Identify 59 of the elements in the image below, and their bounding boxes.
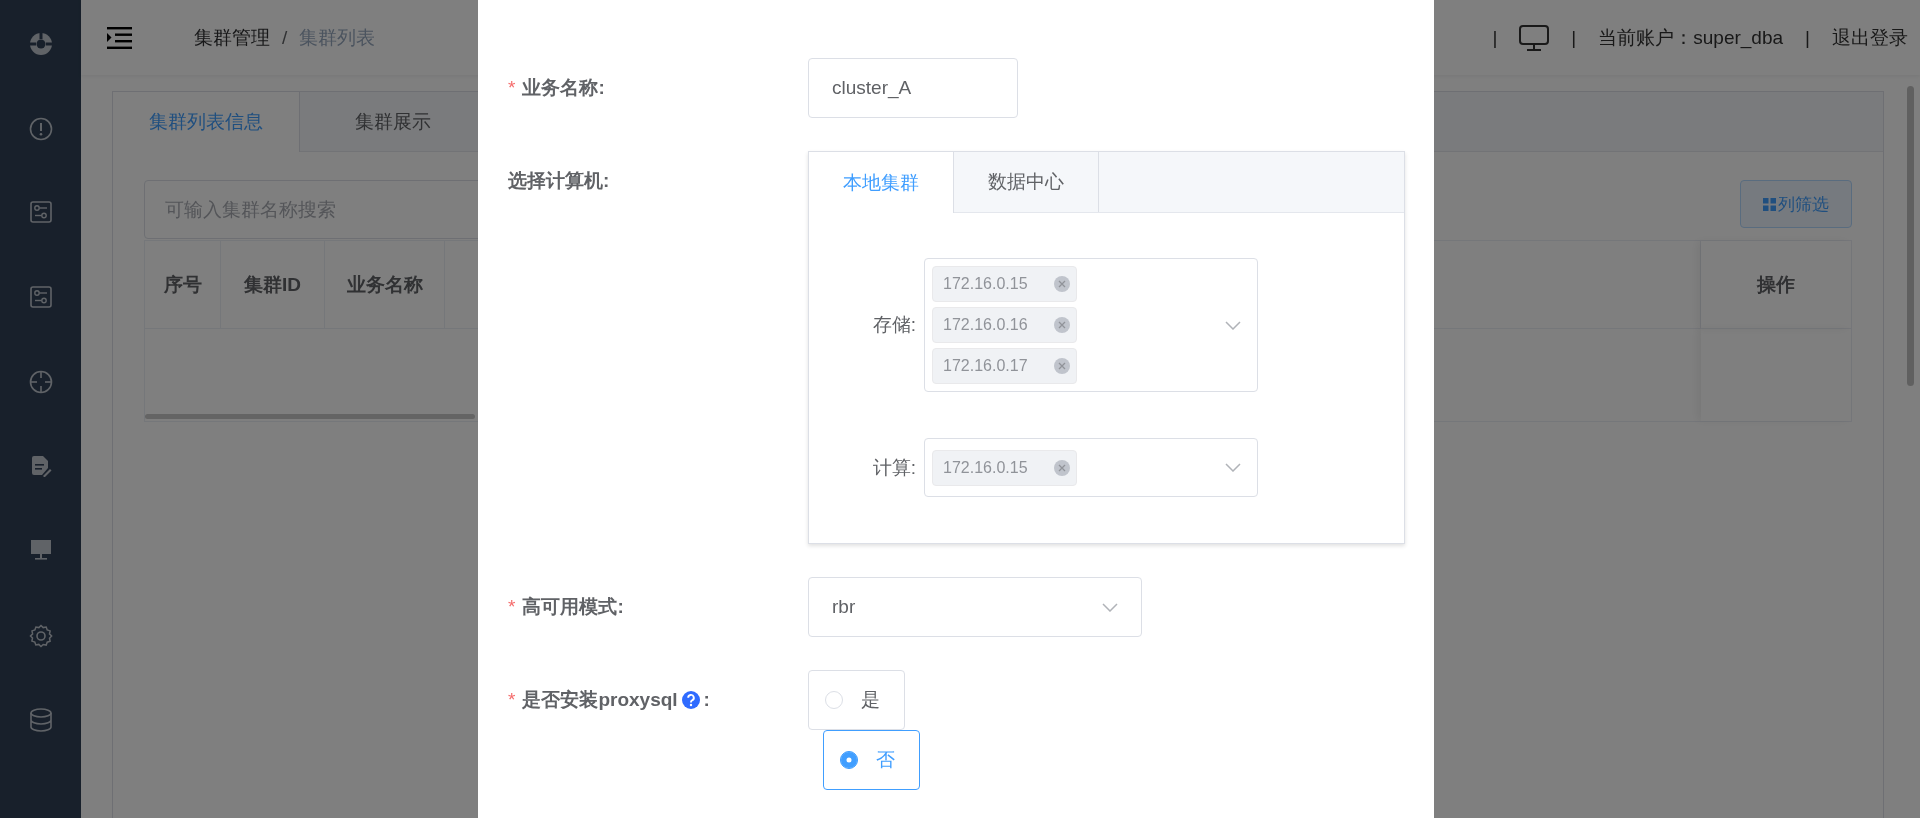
mode-select[interactable]: rbr bbox=[808, 577, 1142, 637]
tag-text: 172.16.0.15 bbox=[943, 275, 1028, 293]
monitor-icon[interactable] bbox=[29, 539, 52, 561]
document-edit-icon[interactable] bbox=[29, 454, 52, 477]
header-divider: | bbox=[1571, 26, 1577, 49]
scrollbar-thumb[interactable] bbox=[1907, 86, 1914, 386]
chevron-down-icon bbox=[1225, 463, 1241, 472]
crosshair-icon[interactable] bbox=[28, 370, 53, 394]
logo-icon[interactable] bbox=[28, 32, 53, 56]
grid-icon bbox=[1763, 197, 1776, 211]
tab[interactable]: 数据中心 bbox=[954, 152, 1099, 212]
multi-select[interactable]: 172.16.0.15 bbox=[924, 438, 1258, 497]
tag-text: 172.16.0.16 bbox=[943, 316, 1028, 334]
database-icon[interactable] bbox=[28, 708, 53, 732]
field-label: 计算: bbox=[871, 455, 917, 480]
radio-icon bbox=[840, 751, 858, 769]
close-icon[interactable] bbox=[1054, 276, 1070, 292]
business-name-field[interactable]: cluster_A bbox=[808, 58, 1018, 118]
tag-text: 172.16.0.15 bbox=[943, 458, 1028, 477]
header-divider: | bbox=[1805, 26, 1810, 49]
settings-icon[interactable] bbox=[28, 623, 53, 648]
radio-option[interactable]: 否 bbox=[823, 730, 920, 790]
breadcrumb-separator: / bbox=[282, 26, 288, 49]
required-mark: * bbox=[508, 596, 516, 618]
tag-text: 172.16.0.17 bbox=[943, 357, 1028, 375]
field-label: 是否安装proxysql bbox=[522, 688, 678, 712]
tab[interactable]: 本地集群 bbox=[809, 152, 954, 213]
multi-select[interactable]: 172.16.0.15 172.16.0.16 172.16.0.17 bbox=[924, 258, 1258, 392]
required-mark: * bbox=[508, 77, 516, 99]
chevron-down-icon bbox=[1225, 320, 1241, 330]
field-label: 高可用模式: bbox=[522, 595, 624, 619]
required-mark: * bbox=[508, 689, 516, 711]
field-label: 选择计算机: bbox=[508, 169, 610, 193]
field-label: 存储: bbox=[871, 313, 917, 337]
column-header: 业务名称 bbox=[325, 241, 445, 329]
breadcrumb-item[interactable]: 集群管理 bbox=[194, 24, 270, 51]
logout-link[interactable]: 退出登录 bbox=[1832, 24, 1908, 51]
sliders-icon[interactable] bbox=[29, 201, 52, 223]
close-icon[interactable] bbox=[1054, 459, 1070, 476]
column-filter-button[interactable]: 列筛选 bbox=[1740, 180, 1852, 228]
column-header: 操作 bbox=[1701, 241, 1851, 329]
close-icon[interactable] bbox=[1054, 317, 1070, 333]
help-icon[interactable] bbox=[681, 691, 700, 709]
radio-icon bbox=[825, 691, 843, 709]
current-account: 当前账户：super_dba bbox=[1598, 25, 1784, 51]
menu-icon[interactable] bbox=[107, 26, 132, 49]
scrollbar-thumb[interactable] bbox=[145, 414, 475, 419]
radio-option[interactable]: 是 bbox=[808, 670, 905, 730]
tab[interactable]: 集群列表信息 bbox=[113, 92, 300, 152]
chevron-down-icon bbox=[1102, 602, 1118, 612]
header-divider: | bbox=[1492, 26, 1498, 49]
column-header: 集群ID bbox=[221, 241, 325, 329]
sliders-icon[interactable] bbox=[29, 285, 52, 308]
close-icon[interactable] bbox=[1054, 358, 1070, 374]
monitor-icon[interactable] bbox=[1519, 24, 1550, 51]
alert-icon[interactable] bbox=[28, 116, 53, 141]
column-header: 序号 bbox=[145, 241, 221, 329]
field-label: 业务名称: bbox=[522, 76, 605, 100]
label-colon: : bbox=[703, 689, 710, 711]
